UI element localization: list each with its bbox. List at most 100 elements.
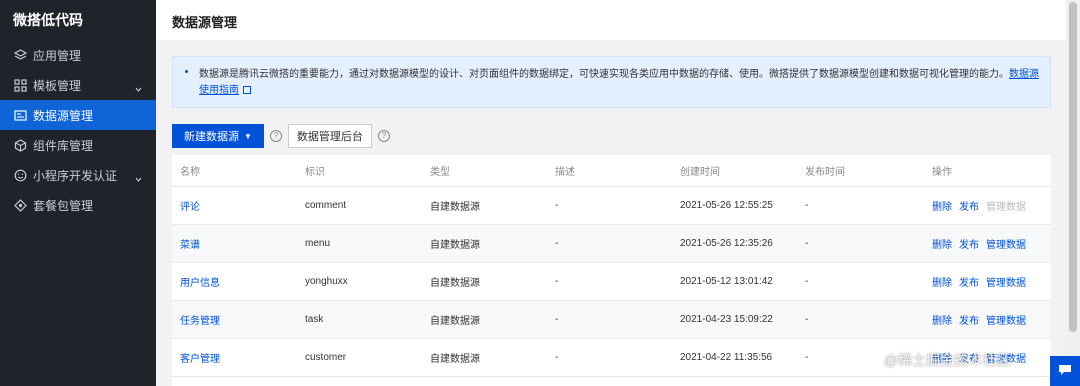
external-link-icon[interactable] — [243, 86, 251, 95]
datasource-description: - — [555, 238, 559, 249]
sidebar-item-app-management[interactable]: 应用管理 — [0, 40, 156, 70]
delete-button[interactable]: 删除 — [932, 274, 952, 289]
publish-button[interactable]: 发布 — [959, 312, 979, 327]
datasource-created-time: 2021-04-22 11:35:56 — [680, 352, 773, 363]
delete-button[interactable]: 删除 — [932, 198, 952, 213]
chat-icon — [1058, 364, 1072, 379]
vertical-scrollbar[interactable] — [1066, 0, 1080, 386]
table-header-row: 名称 标识 类型 描述 创建时间 发布时间 操作 — [172, 155, 1051, 187]
chat-button[interactable] — [1050, 356, 1080, 386]
table-row: 用户信息 yonghuxx 自建数据源 - 2021-05-12 13:01:4… — [172, 263, 1051, 301]
title-bar: 数据源管理 — [156, 0, 1066, 40]
manage-data-button[interactable]: 管理数据 — [986, 236, 1026, 251]
notice-text: 数据源是腾讯云微搭的重要能力，通过对数据源模型的设计、对页面组件的数据绑定，可快… — [199, 69, 1009, 80]
datasource-name-link[interactable]: 菜谱 — [180, 225, 200, 262]
delete-button[interactable]: 删除 — [932, 236, 952, 251]
publish-button[interactable]: 发布 — [959, 274, 979, 289]
publish-button[interactable]: 发布 — [959, 236, 979, 251]
datasource-name-link[interactable]: 客户管理 — [180, 339, 220, 376]
datasource-description: - — [555, 200, 559, 211]
datasource-name-link[interactable]: 任务管理 — [180, 301, 220, 338]
column-header-actions: 操作 — [932, 167, 952, 178]
datasource-published-time: - — [805, 238, 809, 249]
sidebar-item-miniprogram-certification[interactable]: 小程序开发认证 — [0, 160, 156, 190]
bullet-icon — [185, 70, 188, 73]
watermark-text: @稀土掘金技术社区 — [883, 352, 1010, 368]
help-icon[interactable]: ? — [377, 130, 390, 142]
datasource-type: 自建数据源 — [430, 316, 480, 327]
chevron-down-icon — [135, 81, 142, 95]
datasource-type: 自建数据源 — [430, 240, 480, 251]
row-actions: 删除 发布 管理数据 — [932, 301, 1026, 338]
main-content: 数据源管理 数据源是腾讯云微搭的重要能力，通过对数据源模型的设计、对页面组件的数… — [156, 0, 1080, 386]
datasource-published-time: - — [805, 276, 809, 287]
package-icon — [13, 198, 27, 212]
manage-data-button[interactable]: 管理数据 — [986, 312, 1026, 327]
column-header-type: 类型 — [430, 167, 450, 178]
datasource-description: - — [555, 276, 559, 287]
datasource-published-time: - — [805, 352, 809, 363]
template-grid-icon — [13, 78, 27, 92]
help-icon[interactable]: ? — [269, 130, 282, 142]
smiley-icon — [13, 168, 27, 182]
datasource-description: - — [555, 314, 559, 325]
sidebar-item-label: 小程序开发认证 — [33, 168, 118, 183]
data-admin-button[interactable]: 数据管理后台 — [287, 124, 372, 148]
toolbar: 新建数据源 ▼ ? 数据管理后台 ? — [172, 124, 396, 148]
datasource-identifier: menu — [305, 238, 331, 249]
sidebar: 微搭低代码 应用管理 模板管理 数据源管理 组件库管理 小程序开发认证 套餐包管… — [0, 0, 156, 386]
manage-data-button: 管理数据 — [986, 202, 1026, 213]
table-row: 菜谱 menu 自建数据源 - 2021-05-26 12:35:26 - 删除… — [172, 225, 1051, 263]
publish-button[interactable]: 发布 — [959, 198, 979, 213]
datasource-created-time: 2021-05-26 12:35:26 — [680, 238, 773, 249]
table-row: 评论 comment 自建数据源 - 2021-05-26 12:55:25 -… — [172, 187, 1051, 225]
chevron-down-icon — [135, 171, 142, 185]
column-header-created-time: 创建时间 — [680, 167, 720, 178]
new-datasource-button[interactable]: 新建数据源 ▼ — [172, 124, 264, 148]
row-actions: 删除 发布 管理数据 — [932, 225, 1026, 262]
sidebar-item-component-library[interactable]: 组件库管理 — [0, 130, 156, 160]
datasource-description: - — [555, 352, 559, 363]
sidebar-item-label: 模板管理 — [33, 78, 82, 93]
datasource-identifier: task — [305, 314, 324, 325]
datasource-published-time: - — [805, 314, 809, 325]
delete-button[interactable]: 删除 — [932, 312, 952, 327]
page-title: 数据源管理 — [172, 15, 238, 30]
datasource-icon — [13, 108, 27, 122]
column-header-description: 描述 — [555, 167, 575, 178]
datasource-type: 自建数据源 — [430, 278, 480, 289]
scrollbar-thumb[interactable] — [1069, 2, 1077, 332]
column-header-identifier: 标识 — [305, 167, 325, 178]
datasource-created-time: 2021-05-26 12:55:25 — [680, 200, 773, 211]
datasource-identifier: customer — [305, 352, 347, 363]
manage-data-button[interactable]: 管理数据 — [986, 274, 1026, 289]
sidebar-item-package-management[interactable]: 套餐包管理 — [0, 190, 156, 220]
column-header-published-time: 发布时间 — [805, 167, 845, 178]
table-row: 任务管理 task 自建数据源 - 2021-04-23 15:09:22 - … — [172, 301, 1051, 339]
sidebar-item-datasource-management[interactable]: 数据源管理 — [0, 100, 156, 130]
sidebar-item-label: 应用管理 — [33, 48, 82, 63]
caret-down-icon: ▼ — [244, 131, 252, 141]
datasource-published-time: - — [805, 200, 809, 211]
component-icon — [13, 138, 27, 152]
info-notice: 数据源是腾讯云微搭的重要能力，通过对数据源模型的设计、对页面组件的数据绑定，可快… — [172, 56, 1051, 108]
row-actions: 删除 发布 管理数据 — [932, 187, 1026, 224]
datasource-name-link[interactable]: 评论 — [180, 187, 200, 224]
datasource-type: 自建数据源 — [430, 354, 480, 365]
datasource-identifier: comment — [305, 200, 347, 211]
row-actions: 删除 发布 管理数据 — [932, 263, 1026, 300]
notice-text-block: 数据源是腾讯云微搭的重要能力，通过对数据源模型的设计、对页面组件的数据绑定，可快… — [199, 67, 1039, 99]
datasource-created-time: 2021-05-12 13:01:42 — [680, 276, 773, 287]
datasource-name-link[interactable]: 用户信息 — [180, 263, 220, 300]
sidebar-item-template-management[interactable]: 模板管理 — [0, 70, 156, 100]
datasource-type: 自建数据源 — [430, 202, 480, 213]
new-datasource-label: 新建数据源 — [184, 131, 239, 143]
sidebar-item-label: 数据源管理 — [33, 108, 94, 123]
sidebar-item-label: 组件库管理 — [33, 138, 94, 153]
layers-icon — [13, 48, 27, 62]
sidebar-item-label: 套餐包管理 — [33, 198, 94, 213]
brand-title: 微搭低代码 — [13, 12, 83, 28]
datasource-identifier: yonghuxx — [305, 276, 348, 287]
column-header-name: 名称 — [180, 167, 200, 178]
datasource-created-time: 2021-04-23 15:09:22 — [680, 314, 773, 325]
